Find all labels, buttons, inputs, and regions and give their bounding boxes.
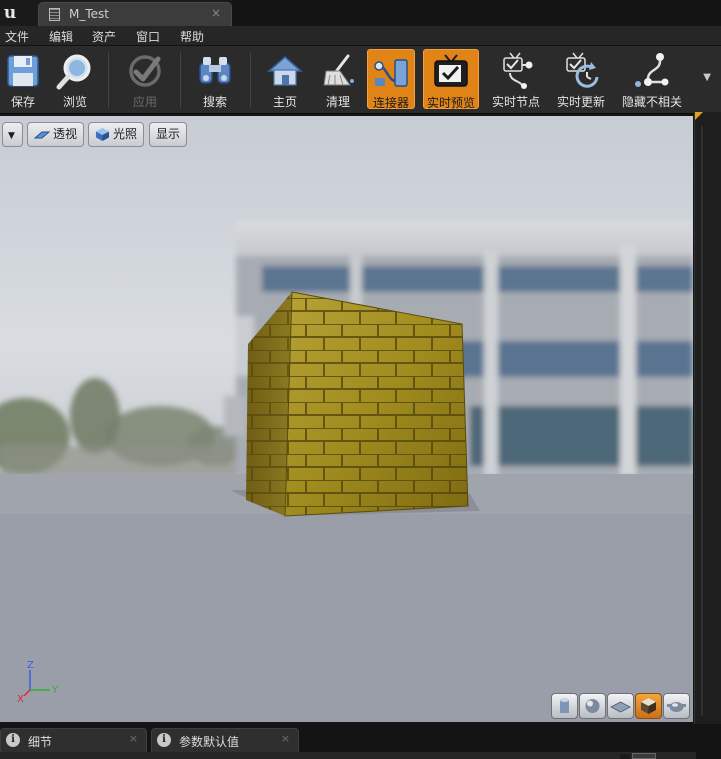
toolbar-separator (250, 52, 251, 108)
preview-viewport[interactable]: ▼ 透视 光照 显示 Z Y X (0, 116, 693, 722)
custom-mesh-preview-button[interactable] (663, 693, 690, 719)
sphere-icon (585, 699, 600, 713)
clean-button[interactable]: 清理 (317, 49, 359, 109)
tab-parameter-defaults[interactable]: i 参数默认值 × (151, 728, 299, 752)
material-asset-icon (49, 8, 60, 21)
tab-m-test[interactable]: M_Test × (38, 2, 232, 26)
perspective-icon (34, 131, 50, 138)
axis-y-label: Y (51, 685, 59, 696)
tab-details-close-button[interactable]: × (129, 732, 138, 745)
tab-title: M_Test (69, 7, 109, 21)
apply-check-icon (129, 55, 161, 87)
lit-cube-icon (96, 128, 109, 141)
axis-gizmo: Z Y X (17, 660, 59, 704)
search-label: 搜索 (202, 95, 227, 109)
menu-asset[interactable]: 资产 (92, 28, 116, 45)
panel-corner-marker (695, 112, 703, 120)
toolbar: 保存 浏览 应用 搜索 主页 清理 连接器 实时预览 实时节点 实时更新 隐藏不… (0, 46, 721, 114)
live-nodes-label: 实时节点 (491, 95, 540, 109)
teapot-icon (667, 702, 686, 712)
cube-preview-button[interactable] (635, 693, 662, 719)
menu-bar: 文件 编辑 资产 窗口 帮助 (0, 26, 721, 46)
broom-icon (323, 54, 354, 86)
tab-details-label: 细节 (28, 735, 53, 749)
right-panel-edge (694, 112, 721, 724)
search-button[interactable]: 搜索 (194, 49, 236, 109)
tv-checkmark-icon (434, 54, 468, 87)
live-preview-label: 实时预览 (426, 96, 475, 110)
connectors-label: 连接器 (372, 96, 409, 110)
browse-button[interactable]: 浏览 (52, 49, 98, 109)
title-bar: u M_Test × (0, 0, 721, 26)
tab-parameter-defaults-label: 参数默认值 (179, 735, 240, 749)
cylinder-preview-button[interactable] (551, 693, 578, 719)
viewport-options-dropdown[interactable]: ▼ (2, 122, 23, 147)
save-button[interactable]: 保存 (3, 49, 43, 109)
tab-close-button[interactable]: × (211, 6, 221, 20)
info-icon: i (157, 733, 171, 747)
menu-window[interactable]: 窗口 (136, 28, 160, 45)
hide-unrelated-label: 隐藏不相关 (621, 95, 682, 109)
toolbar-separator (180, 52, 181, 108)
live-update-button[interactable]: 实时更新 (553, 49, 609, 109)
preview-scene (0, 220, 693, 722)
live-nodes-button[interactable]: 实时节点 (488, 49, 544, 109)
info-icon: i (6, 733, 20, 747)
perspective-label: 透视 (53, 127, 78, 141)
plane-preview-button[interactable] (607, 693, 634, 719)
apply-button[interactable]: 应用 (124, 49, 166, 109)
perspective-button[interactable]: 透视 (27, 122, 85, 147)
save-label: 保存 (10, 95, 35, 109)
lit-label: 光照 (113, 127, 138, 141)
menu-help[interactable]: 帮助 (180, 28, 204, 45)
axis-z-label: Z (27, 660, 34, 671)
show-button[interactable]: 显示 (149, 122, 188, 147)
cube-icon (641, 698, 656, 714)
save-icon (7, 55, 39, 87)
toolbar-separator (108, 52, 109, 108)
home-icon (267, 56, 303, 86)
plane-icon (610, 701, 631, 713)
preview-cube-mesh (230, 291, 480, 517)
sphere-preview-button[interactable] (579, 693, 606, 719)
axis-x-label: X (17, 694, 24, 704)
connectors-button[interactable]: 连接器 (367, 49, 415, 110)
cylinder-icon (560, 698, 569, 713)
magnifier-icon (56, 54, 91, 90)
hide-unrelated-icon (635, 53, 669, 87)
tab-parameter-defaults-close-button[interactable]: × (281, 732, 290, 745)
hide-unrelated-button[interactable]: 隐藏不相关 (618, 49, 686, 109)
toolbar-overflow-chevron-icon[interactable]: ▼ (703, 72, 711, 83)
right-panel-inner (701, 126, 703, 716)
live-update-label: 实时更新 (556, 95, 605, 109)
tab-details[interactable]: i 细节 × (0, 728, 147, 752)
details-panel-content (0, 752, 696, 759)
menu-edit[interactable]: 编辑 (49, 28, 73, 45)
binoculars-icon (199, 57, 231, 84)
details-panel-search[interactable] (620, 754, 630, 759)
live-preview-button[interactable]: 实时预览 (423, 49, 479, 110)
chevron-down-icon: ▼ (8, 131, 15, 141)
menu-file[interactable]: 文件 (5, 28, 29, 45)
clean-label: 清理 (325, 95, 350, 109)
connector-icon (374, 59, 408, 87)
home-button[interactable]: 主页 (264, 49, 306, 109)
details-panel-view-options[interactable] (632, 753, 656, 759)
browse-label: 浏览 (62, 95, 87, 109)
title-bar-fill (232, 0, 721, 26)
home-label: 主页 (272, 95, 297, 109)
unreal-logo-icon: u (3, 3, 17, 23)
apply-label: 应用 (132, 95, 157, 109)
lit-button[interactable]: 光照 (88, 122, 145, 147)
show-label: 显示 (156, 127, 181, 141)
live-update-icon (566, 52, 599, 88)
live-nodes-icon (503, 52, 533, 89)
